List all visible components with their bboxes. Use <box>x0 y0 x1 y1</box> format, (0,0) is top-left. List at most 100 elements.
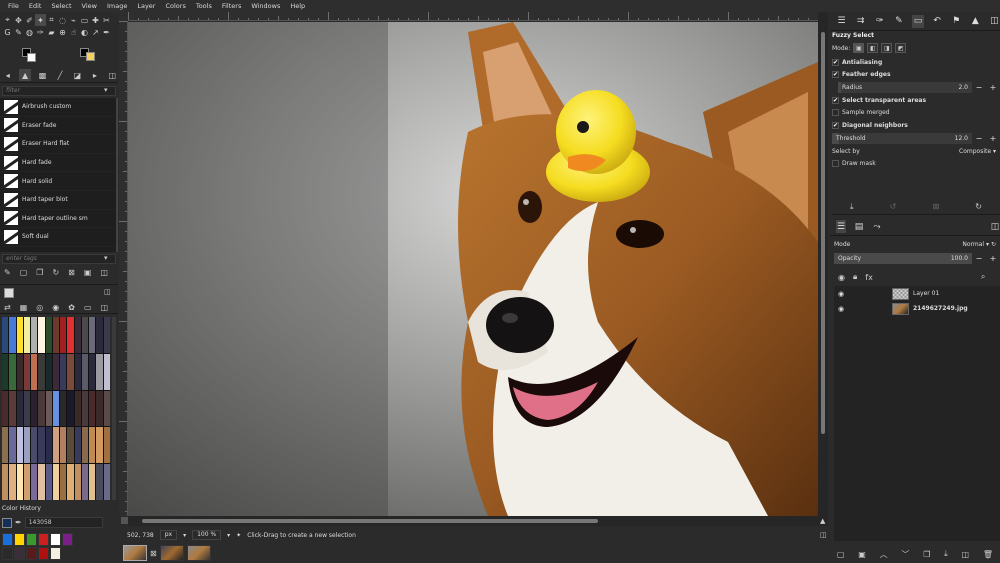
menu-view[interactable]: View <box>77 0 102 12</box>
palette-grid[interactable] <box>2 317 110 500</box>
tool-presets-tab-icon[interactable]: ◪ <box>72 69 83 81</box>
list-item[interactable]: Hard fade <box>0 154 116 173</box>
decrease-radius-button[interactable]: − <box>972 83 986 92</box>
palette-swatch[interactable] <box>38 317 45 353</box>
horizontal-scroll-thumb[interactable] <box>142 519 598 523</box>
history-swatch[interactable] <box>50 547 61 560</box>
list-item[interactable]: Soft dual <box>0 228 116 247</box>
eye-icon[interactable]: ◉ <box>838 305 850 313</box>
delete-preset-icon[interactable]: ⊠ <box>932 202 939 211</box>
draw-mask-option[interactable]: Draw mask <box>832 158 1000 171</box>
palette-swatch[interactable] <box>31 317 38 353</box>
menu-layer[interactable]: Layer <box>132 0 160 12</box>
eye-icon[interactable]: ◉ <box>838 290 850 298</box>
palette-swatch[interactable] <box>9 317 16 353</box>
brush-filter-input[interactable]: filter <box>2 86 116 96</box>
list-item[interactable]: Hard taper blot <box>0 191 116 210</box>
dock-menu-icon[interactable]: ◫ <box>100 268 108 277</box>
menu-colors[interactable]: Colors <box>160 0 190 12</box>
zoom-chevron-icon[interactable]: ▾ <box>227 532 230 539</box>
palette-swatch[interactable] <box>89 353 96 390</box>
diagonal-neighbors-option[interactable]: ✔ Diagonal neighbors <box>832 119 1000 132</box>
palette-swatch[interactable] <box>23 317 31 353</box>
duplicate-layer-icon[interactable]: ❐ <box>923 550 930 559</box>
dock-menu-icon[interactable]: ◫ <box>990 220 1000 233</box>
palette-swatch[interactable] <box>2 317 9 353</box>
palette-swatch[interactable] <box>23 390 31 427</box>
mask-icon[interactable]: ◫ <box>962 550 970 559</box>
palette-swatch[interactable] <box>60 353 67 390</box>
layer-opacity-slider[interactable]: Opacity 100.0 <box>834 253 972 264</box>
palette-swatch[interactable] <box>45 317 52 353</box>
lock-icon[interactable]: 🔒︎ <box>853 272 857 282</box>
dock-menu-icon[interactable]: ◫ <box>101 303 109 312</box>
palette-swatch[interactable] <box>45 464 52 500</box>
dock-menu-icon[interactable]: ◫ <box>107 69 118 81</box>
paths-tool-icon[interactable]: ⌁ <box>68 14 79 26</box>
palette-swatch[interactable] <box>74 464 81 500</box>
fx-icon[interactable]: fx <box>865 273 873 282</box>
zoom-select[interactable]: 100 % <box>192 530 222 540</box>
paintbrush-icon[interactable]: ✑ <box>35 26 46 38</box>
image-canvas[interactable] <box>128 22 818 516</box>
undo-history-tab-icon[interactable]: ↶ <box>932 15 943 28</box>
brush-tab-icon[interactable]: ✑ <box>874 15 885 28</box>
palette-swatch[interactable] <box>103 390 110 427</box>
palette-swatch[interactable] <box>103 353 110 390</box>
list-item[interactable]: Eraser fade <box>0 117 116 136</box>
feather-edges-option[interactable]: ✔ Feather edges <box>832 69 1000 82</box>
increase-opacity-button[interactable]: + <box>986 254 1000 263</box>
fuzzy-select-icon[interactable]: ✦ <box>35 14 46 26</box>
move-tool-icon[interactable]: ✥ <box>13 14 24 26</box>
menu-tools[interactable]: Tools <box>191 0 217 12</box>
palette-swatch[interactable] <box>67 390 74 427</box>
delete-layer-icon[interactable]: 🗑︎ <box>983 550 993 559</box>
palette-swatch[interactable] <box>23 353 31 390</box>
dock-menu-icon[interactable]: ◫ <box>989 15 1000 28</box>
merge-down-icon[interactable]: ⤓ <box>944 549 948 559</box>
subtract-mode-button[interactable]: ◨ <box>881 43 893 53</box>
history-swatch[interactable] <box>2 547 13 560</box>
open-brush-icon[interactable]: ▣ <box>84 268 92 277</box>
unified-transform-tool-icon[interactable]: ⌖ <box>2 14 13 26</box>
palette-swatch[interactable] <box>45 390 52 427</box>
palette-swatch[interactable] <box>52 353 60 390</box>
radius-slider[interactable]: Radius 2.0 <box>838 82 972 93</box>
checkbox[interactable]: ✔ <box>832 58 839 66</box>
palette-swatch[interactable] <box>38 464 45 500</box>
palette-swatch[interactable] <box>31 464 38 500</box>
visibility-icon[interactable]: ◉ <box>838 273 845 282</box>
palette-swatch[interactable] <box>96 427 103 464</box>
dock-menu-icon[interactable]: ◫ <box>820 531 827 539</box>
palette-swatch[interactable] <box>60 317 67 353</box>
list-item[interactable]: Hard taper outline sm <box>0 210 116 229</box>
quick-mask-toggle[interactable] <box>121 517 128 524</box>
current-color-swatch[interactable] <box>2 517 12 528</box>
menu-edit[interactable]: Edit <box>24 0 47 12</box>
palette-scrollbar[interactable] <box>112 317 116 500</box>
warning-icon[interactable]: ▲ <box>970 15 981 28</box>
palette-swatch[interactable] <box>23 427 31 464</box>
palette-swatch[interactable] <box>67 353 74 390</box>
palette-swatch[interactable] <box>89 317 96 353</box>
search-icon[interactable]: ⌕ <box>981 272 985 282</box>
palette-swatch[interactable] <box>67 317 74 353</box>
palette-swatch[interactable] <box>96 353 103 390</box>
palette-swatch[interactable] <box>16 464 23 500</box>
palette-swatch[interactable] <box>45 427 52 464</box>
palette-swatch[interactable] <box>16 427 23 464</box>
palette-swatch[interactable] <box>38 353 45 390</box>
add-mode-button[interactable]: ◧ <box>867 43 879 53</box>
palette-swatch[interactable] <box>96 464 103 500</box>
clone-icon[interactable]: ⊕ <box>57 26 68 38</box>
brushes-tab-icon[interactable]: ▲ <box>19 69 31 81</box>
navigate-icon[interactable]: ▲ <box>820 517 825 525</box>
images-tab-icon[interactable]: ▭ <box>912 14 924 28</box>
palette-swatch[interactable] <box>9 390 16 427</box>
crop-tool-icon[interactable]: ⌗ <box>46 14 57 26</box>
new-brush-icon[interactable]: ▢ <box>20 268 28 277</box>
menu-file[interactable]: File <box>3 0 24 12</box>
layer-row[interactable]: ◉ Layer 01 <box>834 286 1000 301</box>
restore-preset-icon[interactable]: ↺ <box>890 202 897 211</box>
eraser-icon[interactable]: ▰ <box>46 26 57 38</box>
